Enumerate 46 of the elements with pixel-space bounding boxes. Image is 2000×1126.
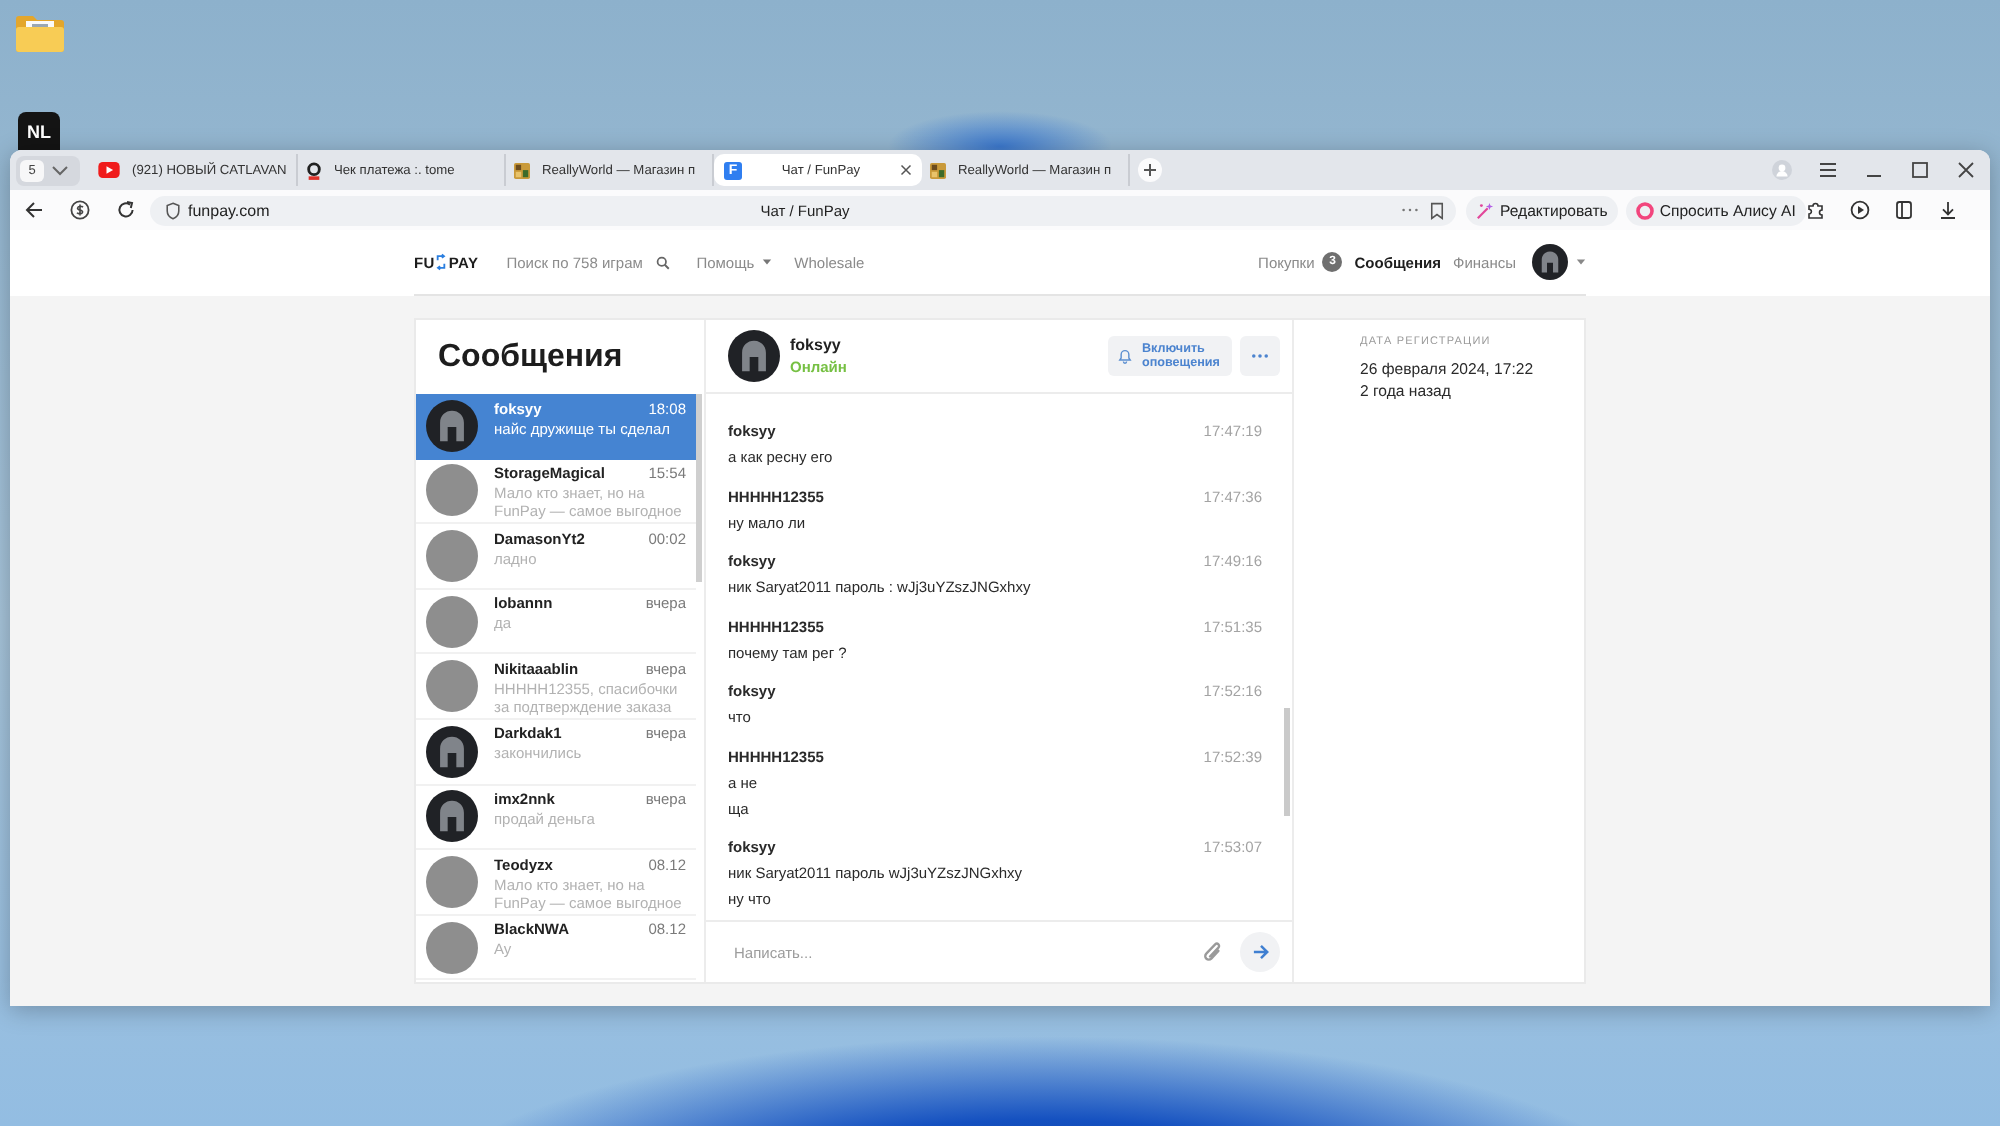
- back-icon[interactable]: [24, 200, 44, 220]
- close-icon[interactable]: [900, 164, 912, 176]
- search-icon[interactable]: [656, 255, 671, 269]
- download-icon[interactable]: [1937, 200, 1958, 220]
- helmet-avatar-icon: [426, 399, 478, 452]
- swap-arrows-icon: [436, 252, 447, 272]
- page-heading: Сообщения: [436, 337, 625, 377]
- scrollbar-thumb[interactable]: [696, 394, 702, 582]
- panel-icon[interactable]: [1893, 200, 1914, 220]
- scrollbar-thumb[interactable]: [1284, 708, 1290, 816]
- avatar-placeholder: [426, 855, 478, 908]
- helmet-avatar-icon: [728, 330, 780, 382]
- bell-icon: [1118, 348, 1132, 364]
- coin-icon[interactable]: [70, 200, 90, 220]
- avatar-placeholder: [426, 595, 478, 648]
- avatar-placeholder: [426, 921, 478, 974]
- helmet-avatar-icon[interactable]: [1532, 244, 1568, 280]
- menu-icon[interactable]: [1818, 160, 1838, 180]
- arrow-right-icon: [1251, 944, 1269, 960]
- puzzle-icon[interactable]: [1805, 200, 1826, 220]
- maximize-icon[interactable]: [1910, 160, 1930, 180]
- send-button[interactable]: [1240, 932, 1280, 972]
- helmet-avatar-icon: [426, 790, 478, 843]
- avatar-placeholder: [426, 464, 478, 517]
- chevron-down-icon[interactable]: [52, 165, 68, 175]
- ring-icon: [306, 161, 322, 179]
- pixel-block-icon: [930, 161, 946, 179]
- reload-icon[interactable]: [116, 200, 136, 220]
- ring-icon: [1635, 201, 1654, 219]
- url-text: funpay.com: [188, 201, 270, 219]
- close-icon[interactable]: [1956, 160, 1976, 180]
- shield-icon[interactable]: [166, 201, 180, 219]
- play-icon: [98, 162, 120, 178]
- app-shortcut[interactable]: NL: [18, 112, 60, 150]
- avatar-placeholder: [426, 660, 478, 713]
- paperclip-icon[interactable]: [1202, 939, 1224, 965]
- bookmark-icon[interactable]: [1430, 201, 1444, 219]
- caret-icon[interactable]: [1576, 258, 1586, 266]
- contact-name: foksyy: [790, 336, 843, 354]
- plus-icon[interactable]: [1138, 158, 1162, 182]
- helmet-avatar-icon: [426, 725, 478, 778]
- wand-icon: [1476, 201, 1494, 219]
- caret-icon[interactable]: [762, 258, 773, 266]
- avatar-placeholder: [426, 529, 478, 582]
- play-circle-icon[interactable]: [1849, 200, 1870, 220]
- pixel-block-icon: [514, 161, 530, 179]
